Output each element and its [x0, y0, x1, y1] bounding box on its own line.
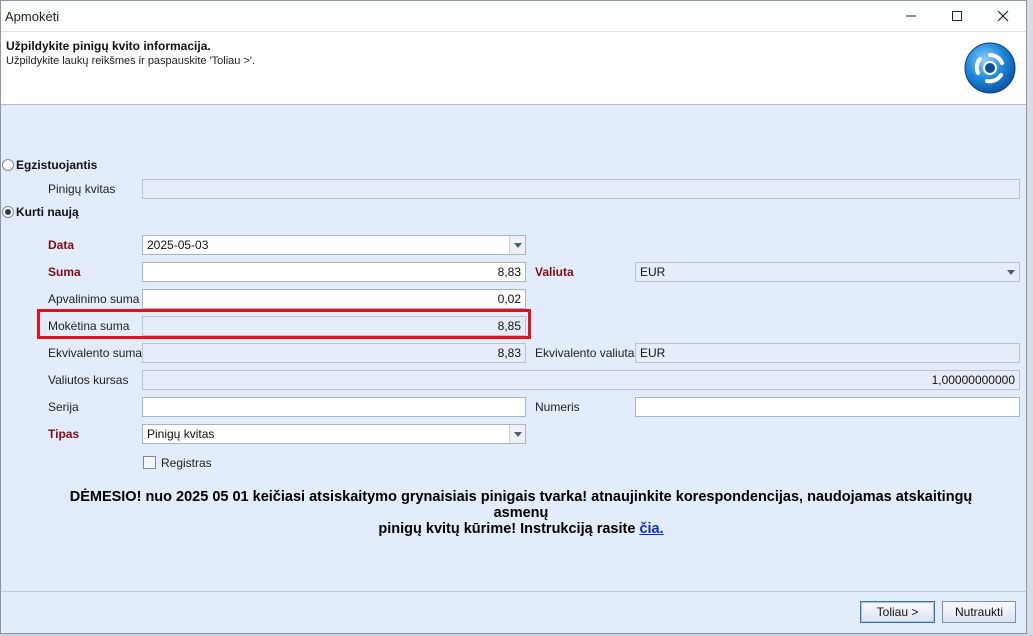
- suma-field[interactable]: 8,83: [142, 262, 526, 282]
- radio-existing-button[interactable]: [2, 159, 14, 171]
- header-subtitle: Užpildykite laukų reikšmes ir paspauskit…: [6, 55, 256, 67]
- date-dropdown-icon[interactable]: [509, 236, 525, 254]
- notice-line-2: pinigų kvitų kūrime! Instrukciją rasite …: [41, 521, 1001, 537]
- app-logo-icon: [964, 42, 1016, 94]
- kursas-label: Valiutos kursas: [48, 373, 129, 387]
- highlight-box: [37, 309, 531, 339]
- close-button[interactable]: [980, 1, 1026, 32]
- tipas-select[interactable]: Pinigų kvitas: [142, 424, 526, 444]
- radio-new-label: Kurti naują: [16, 205, 79, 219]
- ekvivalento-valiuta-label: Ekvivalento valiuta: [535, 346, 635, 360]
- next-button[interactable]: Toliau >: [860, 601, 935, 623]
- header-title: Užpildykite pinigų kvito informacija.: [6, 39, 211, 53]
- notice-message: DĖMESIO! nuo 2025 05 01 keičiasi atsiska…: [41, 489, 1001, 537]
- pinigu-kvitas-field[interactable]: [142, 179, 1020, 199]
- payment-dialog: Apmokėti Užpildykite pinigų kvito inform…: [0, 0, 1027, 634]
- ekvivalento-suma-label: Ekvivalento suma: [48, 346, 143, 360]
- radio-existing-label: Egzistuojantis: [16, 158, 98, 172]
- valiuta-select[interactable]: EUR: [635, 262, 1020, 282]
- valiuta-dropdown-icon[interactable]: [1003, 263, 1019, 281]
- tipas-value: Pinigų kvitas: [147, 427, 215, 441]
- title-bar: Apmokėti: [1, 1, 1026, 32]
- notice-line-2-text: pinigų kvitų kūrime! Instrukciją rasite: [378, 521, 640, 537]
- tipas-label: Tipas: [48, 427, 80, 441]
- numeris-label: Numeris: [535, 400, 580, 414]
- data-label: Data: [48, 238, 75, 252]
- registras-checkbox[interactable]: [143, 456, 156, 469]
- serija-label: Serija: [48, 400, 79, 414]
- numeris-field[interactable]: [635, 397, 1020, 417]
- tipas-dropdown-icon[interactable]: [509, 425, 525, 443]
- valiuta-label: Valiuta: [535, 265, 574, 279]
- background-window-edge: [1027, 0, 1033, 636]
- apvalinimo-field[interactable]: 0,02: [142, 289, 526, 309]
- date-value: 2025-05-03: [147, 238, 209, 252]
- minimize-icon: [906, 15, 916, 17]
- radio-new[interactable]: Kurti naują: [2, 204, 79, 220]
- serija-field[interactable]: [142, 397, 526, 417]
- radio-new-button[interactable]: [2, 206, 14, 218]
- ekvivalento-suma-field[interactable]: 8,83: [142, 343, 526, 363]
- wizard-header: Užpildykite pinigų kvito informacija. Už…: [1, 32, 1026, 105]
- maximize-icon: [952, 11, 962, 21]
- ekvivalento-valiuta-field[interactable]: EUR: [635, 343, 1020, 363]
- cancel-button[interactable]: Nutraukti: [942, 601, 1016, 623]
- maximize-button[interactable]: [934, 1, 980, 32]
- close-icon: [997, 10, 1009, 22]
- registras-label: Registras: [161, 456, 212, 470]
- apvalinimo-label: Apvalinimo suma: [48, 292, 140, 306]
- radio-existing[interactable]: Egzistuojantis: [2, 157, 97, 173]
- date-picker[interactable]: 2025-05-03: [142, 235, 526, 255]
- instructions-link[interactable]: čia.: [639, 521, 663, 537]
- suma-label: Suma: [48, 265, 81, 279]
- pinigu-kvitas-label: Pinigų kvitas: [48, 182, 116, 196]
- kursas-field[interactable]: 1,00000000000: [142, 370, 1020, 390]
- footer-divider: [1, 591, 1026, 592]
- window-title: Apmokėti: [5, 9, 60, 24]
- notice-line-1: DĖMESIO! nuo 2025 05 01 keičiasi atsiska…: [69, 489, 973, 521]
- valiuta-value: EUR: [640, 265, 666, 279]
- minimize-button[interactable]: [888, 1, 934, 32]
